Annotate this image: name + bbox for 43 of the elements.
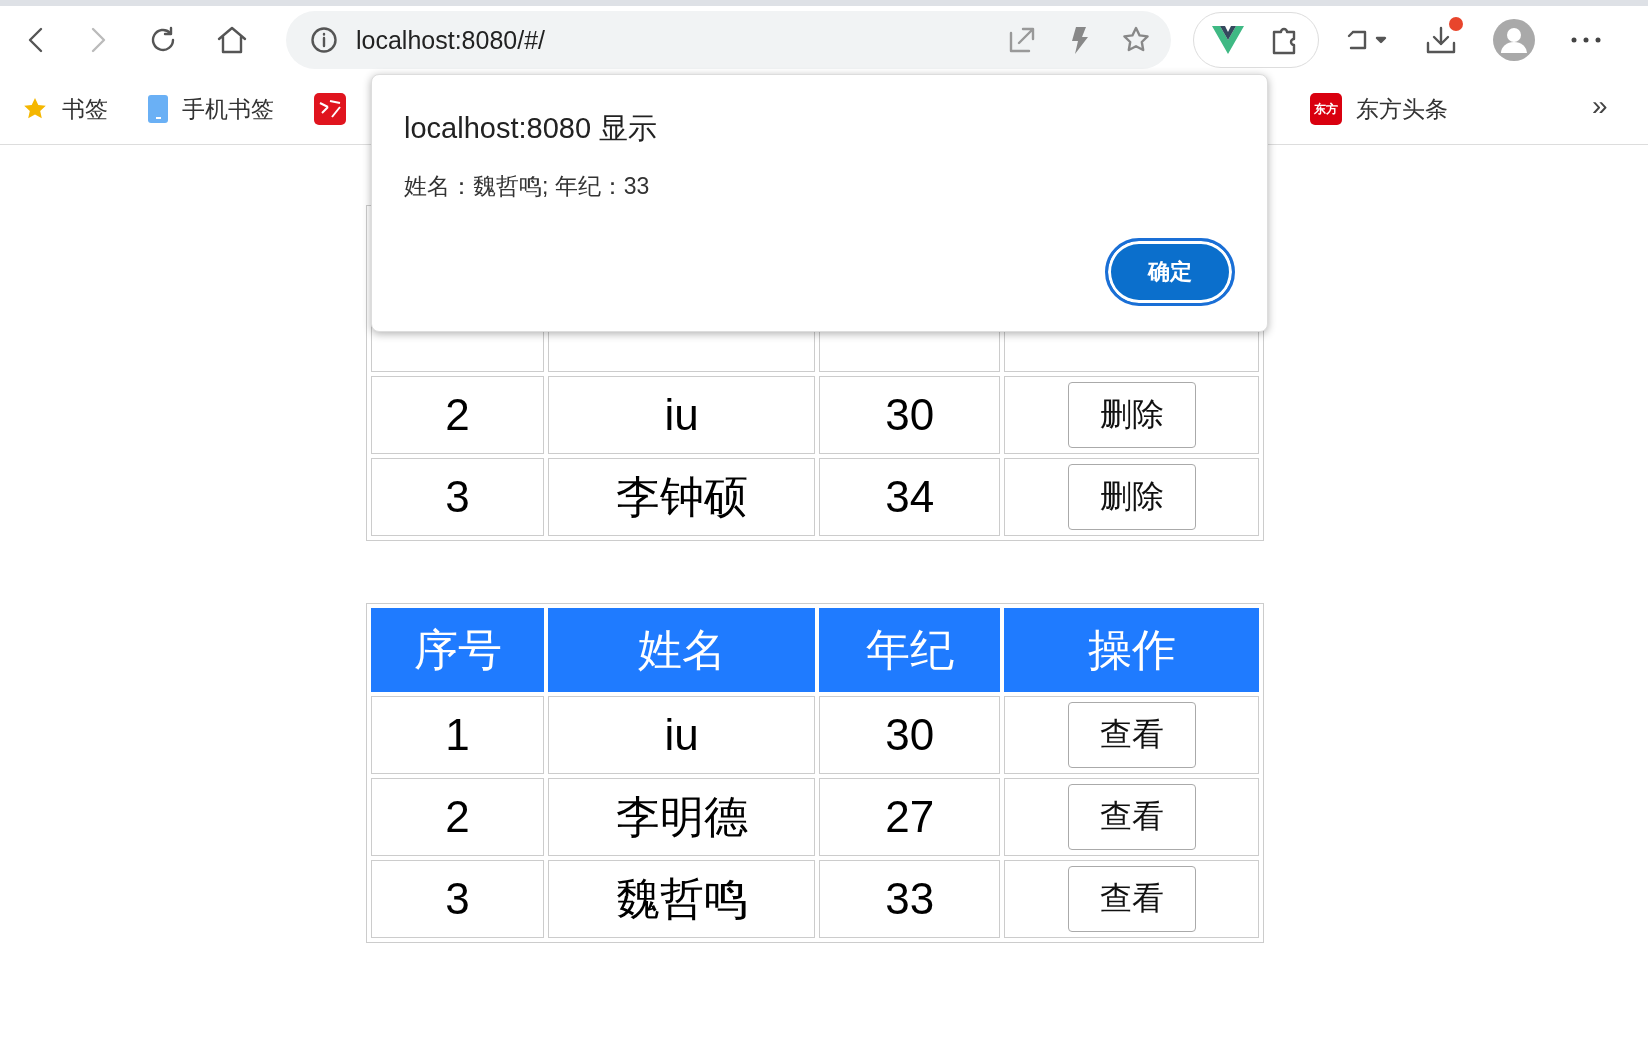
table-cell: 3 <box>371 458 545 536</box>
action-button[interactable]: 删除 <box>1067 464 1196 530</box>
home-icon[interactable] <box>216 25 248 55</box>
table-cell: 2 <box>371 376 545 454</box>
bookmark-item[interactable]: 手机书签 <box>148 93 274 125</box>
table-cell: 李钟硕 <box>548 458 815 536</box>
logo-icon: 东方 <box>1310 93 1342 125</box>
table-cell: iu <box>548 696 815 774</box>
action-button[interactable]: 查看 <box>1067 784 1196 850</box>
column-header: 操作 <box>1004 608 1259 692</box>
bookmark-item[interactable]: 东方 东方头条 <box>1310 93 1448 125</box>
bookmark-item[interactable] <box>314 93 346 125</box>
table-cell: 33 <box>819 860 1001 938</box>
table-cell: 30 <box>819 696 1001 774</box>
more-icon[interactable] <box>1571 37 1601 43</box>
v-logo-icon[interactable] <box>1212 26 1244 54</box>
phone-icon <box>148 95 168 123</box>
table-cell: 2 <box>371 778 545 856</box>
table-cell: iu <box>548 376 815 454</box>
table-cell: 34 <box>819 458 1001 536</box>
url-text: localhost:8080/#/ <box>356 25 547 55</box>
table-cell: 3 <box>371 860 545 938</box>
bookmarks-overflow[interactable]: » <box>1592 90 1608 122</box>
table-cell: 30 <box>819 376 1001 454</box>
table-cell: 27 <box>819 778 1001 856</box>
address-bar[interactable]: localhost:8080/#/ <box>286 11 1171 69</box>
column-header: 年纪 <box>819 608 1001 692</box>
download-icon[interactable] <box>1425 25 1457 55</box>
action-button[interactable]: 查看 <box>1067 702 1196 768</box>
column-header: 序号 <box>371 608 545 692</box>
table-cell: 魏哲鸣 <box>548 860 815 938</box>
table-cell: 1 <box>371 696 545 774</box>
action-button[interactable]: 删除 <box>1067 382 1196 448</box>
dialog-message: 姓名：魏哲鸣; 年纪：33 <box>404 172 651 201</box>
confirm-button[interactable]: 确定 <box>1105 238 1235 306</box>
info-icon[interactable] <box>310 26 338 54</box>
column-header: 姓名 <box>548 608 815 692</box>
bookmark-item[interactable]: 书签 <box>22 93 108 125</box>
table-cell: 李明德 <box>548 778 815 856</box>
logo-icon <box>314 93 346 125</box>
dialog-title: localhost:8080 显示 <box>404 111 659 146</box>
action-button[interactable]: 查看 <box>1067 866 1196 932</box>
share-icon[interactable] <box>1007 25 1037 55</box>
